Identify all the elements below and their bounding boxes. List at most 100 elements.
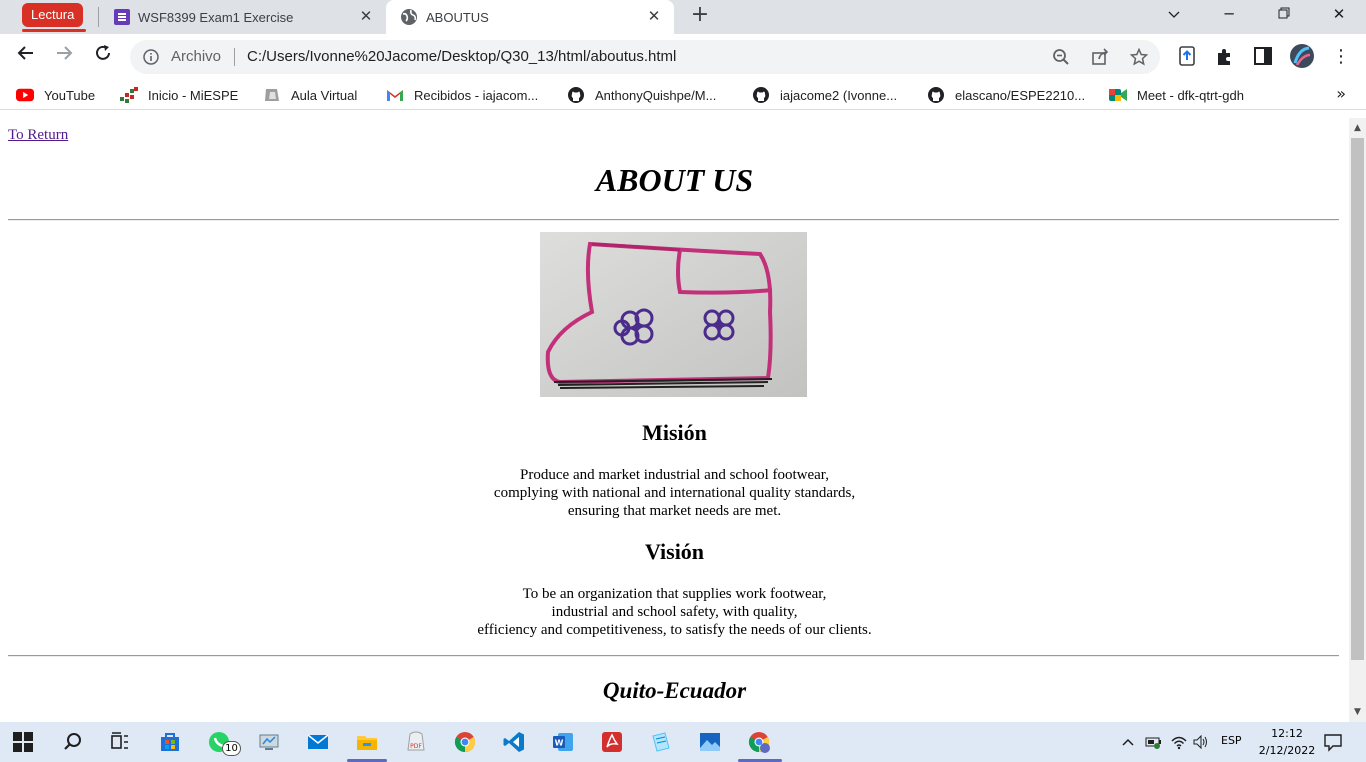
github-icon: [753, 87, 769, 103]
side-panel-icon[interactable]: [1252, 45, 1274, 67]
close-window-button[interactable]: ✕: [1316, 0, 1362, 30]
puzzle-icon[interactable]: [1214, 45, 1236, 67]
scroll-down-arrow-icon[interactable]: ▼: [1349, 704, 1366, 721]
tab-search-chevron-icon[interactable]: [1151, 0, 1197, 30]
vision-line: efficiency and competitiveness, to satis…: [477, 622, 872, 638]
return-link[interactable]: To Return: [8, 127, 68, 144]
aula-virtual-icon: [265, 89, 279, 101]
close-tab-icon[interactable]: ✕: [646, 9, 662, 25]
gmail-icon: [387, 90, 403, 101]
forward-button[interactable]: [50, 43, 78, 71]
photos-icon[interactable]: [698, 730, 722, 754]
chrome-icon[interactable]: [453, 730, 477, 754]
mission-line: complying with national and internationa…: [493, 485, 856, 501]
address-bar[interactable]: Archivo C:/Users/Ivonne%20Jacome/Desktop…: [130, 40, 1160, 74]
svg-text:W: W: [555, 739, 564, 748]
page-viewport: To Return ABOUT US Misión Produce and ma…: [0, 118, 1349, 722]
back-button[interactable]: [12, 43, 40, 71]
chrome-active-icon[interactable]: [747, 730, 771, 754]
bookmark-label: elascano/ESPE2210...: [955, 87, 1086, 103]
github-icon: [568, 87, 584, 103]
miespe-icon: [120, 87, 138, 103]
tab-title: ABOUTUS: [426, 9, 489, 25]
minimize-button[interactable]: ─: [1206, 0, 1252, 30]
reload-icon: [96, 45, 110, 60]
zoom-icon[interactable]: [1052, 48, 1070, 66]
horizontal-rule: [8, 655, 1339, 657]
acrobat-icon[interactable]: [600, 730, 624, 754]
bookmark-github-elascano[interactable]: elascano/ESPE2210...: [927, 85, 1085, 105]
mission-heading: Misión: [642, 420, 707, 445]
bookmark-google-meet[interactable]: Meet - dfk-qtrt-gdh: [1109, 85, 1244, 105]
bookmark-aula-virtual[interactable]: Aula Virtual: [263, 85, 357, 105]
profile-avatar[interactable]: [1289, 43, 1315, 69]
notifications-icon[interactable]: [1323, 732, 1343, 752]
svg-text:PDF: PDF: [410, 743, 422, 750]
bookmark-youtube[interactable]: YouTube: [16, 85, 95, 105]
info-icon[interactable]: [142, 48, 160, 66]
volume-icon[interactable]: [1192, 734, 1210, 750]
youtube-icon: [16, 88, 34, 102]
footer-location: Quito-Ecuador: [602, 678, 747, 703]
clock[interactable]: 12:12 2/12/2022: [1256, 725, 1318, 759]
windows-start-icon[interactable]: [13, 732, 33, 752]
tab-group-chip[interactable]: Lectura: [22, 3, 84, 27]
vscode-icon[interactable]: [502, 730, 526, 754]
notes-app-icon[interactable]: [649, 730, 673, 754]
bookmark-label: AnthonyQuishpe/M...: [595, 87, 717, 103]
boot-drawing-image: [540, 232, 807, 397]
task-view-icon[interactable]: [108, 730, 132, 754]
word-icon[interactable]: W: [551, 730, 575, 754]
page-scrollbar[interactable]: ▲ ▼: [1349, 118, 1366, 722]
search-icon[interactable]: [61, 730, 85, 754]
reload-button[interactable]: [89, 43, 117, 71]
tab-group-underline: [22, 29, 86, 32]
browser-toolbar: Archivo C:/Users/Ivonne%20Jacome/Desktop…: [0, 34, 1366, 80]
bookmark-github-anthony[interactable]: AnthonyQuishpe/M...: [567, 85, 716, 105]
bookmark-label: YouTube: [44, 87, 96, 103]
page-title: ABOUT US: [595, 162, 754, 198]
back-arrow-icon: [17, 46, 33, 60]
microsoft-store-icon[interactable]: [158, 730, 182, 754]
new-tab-button[interactable]: +: [688, 4, 712, 28]
tab-exam-exercise[interactable]: WSF8399 Exam1 Exercise ✕: [104, 0, 386, 34]
mission-line: ensuring that market needs are met.: [567, 503, 782, 519]
clock-date: 2/12/2022: [1258, 744, 1316, 757]
bookmark-label: Inicio - MiESPE: [148, 87, 239, 103]
windows-taskbar: 10 PDF W ESP 12:12 2/12/2022: [0, 722, 1366, 762]
vision-text: To be an organization that supplies work…: [0, 585, 1349, 639]
scheme-label: Archivo: [171, 48, 222, 65]
url-text[interactable]: C:/Users/Ivonne%20Jacome/Desktop/Q30_13/…: [247, 48, 676, 65]
tray-chevron-up-icon[interactable]: [1120, 734, 1136, 750]
bookmarks-overflow-button[interactable]: »: [1336, 84, 1346, 103]
forward-arrow-icon: [57, 46, 73, 60]
whatsapp-badge: 10: [222, 741, 241, 756]
tab-strip: Lectura WSF8399 Exam1 Exercise ✕ ABOUTUS…: [0, 0, 1366, 34]
clock-time: 12:12: [1271, 727, 1303, 740]
tab-title: WSF8399 Exam1 Exercise: [138, 9, 294, 25]
tab-separator: [98, 7, 99, 27]
wifi-icon[interactable]: [1170, 734, 1188, 750]
close-tab-icon[interactable]: ✕: [358, 9, 374, 25]
extension-upload-icon[interactable]: [1176, 45, 1198, 67]
bookmark-label: Recibidos - iajacom...: [414, 87, 539, 103]
vision-heading: Visión: [644, 539, 705, 564]
scroll-thumb[interactable]: [1351, 138, 1364, 660]
bookmark-star-icon[interactable]: [1130, 48, 1148, 66]
restore-button[interactable]: [1261, 0, 1307, 30]
battery-icon[interactable]: [1145, 734, 1163, 750]
language-indicator[interactable]: ESP: [1221, 734, 1242, 747]
share-icon[interactable]: [1091, 48, 1109, 66]
network-computer-icon[interactable]: [257, 730, 281, 754]
bookmark-miespe[interactable]: Inicio - MiESPE: [120, 85, 238, 105]
bookmarks-bar: YouTube Inicio - MiESPE Aula Virtual Rec…: [0, 80, 1366, 110]
mail-icon[interactable]: [306, 730, 330, 754]
scroll-up-arrow-icon[interactable]: ▲: [1349, 120, 1366, 137]
file-explorer-icon[interactable]: [355, 730, 379, 754]
pdf24-icon[interactable]: PDF: [404, 730, 428, 754]
tab-aboutus[interactable]: ABOUTUS ✕: [386, 0, 674, 34]
google-forms-icon: [114, 9, 130, 25]
bookmark-gmail[interactable]: Recibidos - iajacom...: [386, 85, 538, 105]
bookmark-github-iajacome2[interactable]: iajacome2 (Ivonne...: [752, 85, 897, 105]
menu-kebab-icon[interactable]: ⋮: [1327, 43, 1355, 71]
